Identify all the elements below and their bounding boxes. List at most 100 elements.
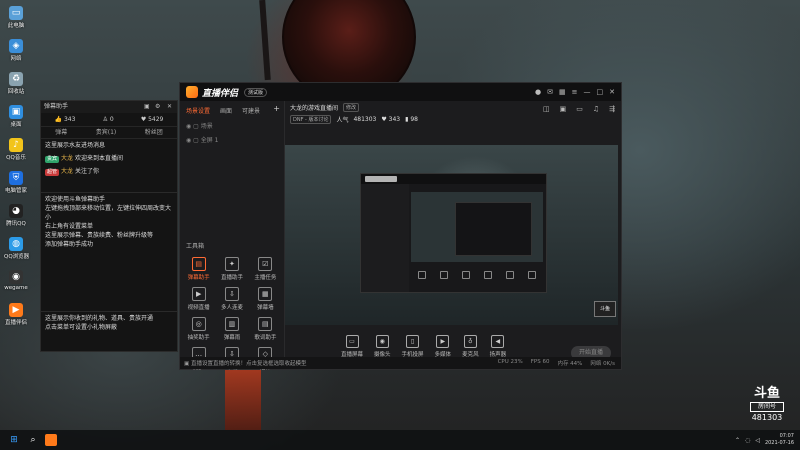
status-metric: 网络 0K/s	[590, 361, 615, 367]
close-icon[interactable]: ✕	[167, 103, 172, 110]
tab-fans[interactable]: 粉丝团	[145, 127, 163, 138]
lottery-icon: ◎	[191, 317, 206, 331]
tool-task[interactable]: ☑ 主播任务	[249, 257, 282, 281]
message-icon[interactable]: ✉	[547, 88, 553, 96]
start-icon[interactable]: ⊞	[8, 434, 20, 446]
close-icon[interactable]: ✕	[609, 88, 615, 96]
room-info-row: DNF - 版本讨论 人气 481303 ♥ 343 ▮ 98	[285, 113, 621, 125]
live-companion-taskbar-icon[interactable]	[45, 434, 57, 446]
desktop-icon-label: QQ浏览器	[4, 254, 30, 260]
source-camera[interactable]: ◉ 摄像头	[374, 334, 391, 358]
desktop-icon[interactable]: ♪ QQ音乐	[4, 138, 28, 161]
folder-icon: ▣	[9, 105, 23, 119]
desktop-icon[interactable]: ▭ 此电脑	[4, 6, 28, 29]
desktop-icon[interactable]: ▶ 直播伴侣	[4, 303, 28, 326]
scene-row[interactable]: ◉ ▢ 场景	[180, 120, 284, 134]
titlebar[interactable]: 直播伴侣 测试版 ● ✉ ▦ ≡ — □ ✕	[180, 83, 621, 101]
source-media[interactable]: ▶ 多媒体	[435, 334, 451, 358]
grid-icon[interactable]: ▦	[559, 88, 566, 96]
source-phone-cast[interactable]: ▯ 手机投屏	[402, 334, 424, 358]
desktop-icon-label: 腾讯QQ	[6, 221, 26, 227]
stream-preview[interactable]: 斗鱼	[285, 145, 618, 325]
edit-title-button[interactable]: 修改	[343, 102, 360, 112]
danmu-rain-icon: ▥	[224, 317, 239, 331]
source-row[interactable]: ◉ ▢ 全屏 1	[180, 134, 284, 148]
camera-icon: ◉	[375, 334, 389, 348]
toolbox-grid: ▤ 弹幕助手 ✦ 直播助手 ☑ 主播任务 ▶ 视频直播 ⇩ 多人连麦 ▦ 弹幕墙 ◎ 抽奖助手 ▥ 弹幕雨 ▤ 歌…	[182, 257, 282, 371]
desktop-icon[interactable]: ◍ QQ浏览器	[4, 237, 30, 260]
layout-icon[interactable]: ▭	[576, 105, 583, 113]
category-chip[interactable]: DNF - 版本讨论	[290, 114, 332, 124]
popularity-label: 人气	[336, 116, 349, 124]
tool-danmu-rain[interactable]: ▥ 弹幕雨	[215, 317, 248, 341]
network-icon: ◈	[9, 39, 23, 53]
main-toolbar: ◫ ▣ ▭ ♫ ⇶	[543, 105, 615, 113]
status-metric: 内存 44%	[557, 361, 583, 367]
gift-line: 点击菜单可设置小礼物屏蔽	[45, 324, 118, 331]
add-scene-icon[interactable]: +	[273, 104, 280, 113]
danmu-wall-icon: ▦	[258, 287, 273, 301]
douyu-watermark: 斗鱼 房间号 481303	[744, 386, 790, 434]
menu-icon[interactable]: ≡	[572, 88, 578, 96]
qq-browser-icon: ◍	[9, 237, 23, 251]
room-title: 大龙的游戏直播间	[290, 104, 339, 112]
tool-assistant[interactable]: ✦ 直播助手	[215, 257, 248, 281]
multi-mic-icon: ⇩	[224, 287, 239, 301]
maximize-icon[interactable]: □	[597, 88, 604, 96]
scene-sidebar: 场景设置 画面 可建景 + ◉ ▢ 场景 ◉ ▢ 全屏 1 工具箱 ▤ 弹幕助手 ✦…	[180, 101, 285, 371]
assistant-icon: ✦	[224, 257, 239, 271]
gift-icon[interactable]: ◫	[543, 105, 550, 113]
tool-multi-mic[interactable]: ⇩ 多人连麦	[215, 287, 248, 311]
tab-scene-settings[interactable]: 场景设置	[186, 106, 210, 115]
tab-buildable[interactable]: 可建景	[242, 106, 260, 115]
desktop-icon[interactable]: ♻ 回收站	[4, 72, 28, 95]
clock[interactable]: 07:07 2021-07-16	[765, 433, 794, 447]
task-icon: ☑	[258, 257, 273, 271]
volume-icon[interactable]: ◁	[755, 437, 760, 444]
tool-lyrics[interactable]: ▤ 歌词助手	[249, 317, 282, 341]
live-companion-icon: ▶	[9, 303, 23, 317]
source-mic[interactable]: ♁ 麦克风	[462, 334, 479, 358]
tool-video[interactable]: ▶ 视频直播	[182, 287, 215, 311]
source-speaker[interactable]: ◀ 扬声器	[490, 334, 506, 358]
danmu-assistant-panel[interactable]: 弹幕助手 ▣ ⚙ ✕ 👍 343 ♙ 0 ♥ 5429 弹幕 贵宾(1) 粉丝团…	[40, 100, 178, 352]
fans-stat: ♙ 0	[102, 116, 114, 123]
desktop-icon[interactable]: ◕ 腾讯QQ	[4, 204, 28, 227]
search-icon[interactable]: ⌕	[27, 434, 39, 446]
settings-icon[interactable]: ⚙	[155, 103, 160, 110]
user-name: 大龙	[61, 168, 74, 175]
tab-vip[interactable]: 贵宾(1)	[96, 127, 117, 138]
network-icon[interactable]: ◌	[745, 437, 750, 444]
tab-danmu[interactable]: 弹幕	[55, 127, 67, 138]
desktop-icon[interactable]: ⛨ 电脑管家	[4, 171, 28, 194]
minimize-icon[interactable]: —	[584, 88, 591, 96]
lock-icon[interactable]: ▣	[144, 103, 150, 110]
gift-area: 这里展示你收到的礼物、道具、贵族开通 点击菜单可设置小礼物屏蔽	[41, 312, 177, 334]
nested-sidebar	[361, 184, 409, 292]
tool-danmu[interactable]: ▤ 弹幕助手	[182, 257, 215, 281]
desktop-icon[interactable]: ▣ 桌面	[4, 105, 28, 128]
source-screen[interactable]: ▭ 直播屏幕	[341, 334, 363, 358]
tool-label: 弹幕墙	[257, 305, 274, 311]
qq-icon: ◕	[9, 204, 23, 218]
vip-tag: 贵宾	[45, 156, 60, 163]
status-bar: ▣ 直播设置直播的转换！点击复选框选取收起模型 CPU 23% FPS 60 内存 …	[180, 357, 621, 369]
desktop-icon-label: 此电脑	[7, 23, 25, 29]
desktop-icon[interactable]: ◉ wegame	[4, 270, 28, 291]
desktop-icon[interactable]: ◈ 网络	[4, 39, 28, 62]
tab-picture[interactable]: 画面	[220, 106, 232, 115]
nested-title	[365, 176, 397, 182]
live-companion-window[interactable]: 直播伴侣 测试版 ● ✉ ▦ ≡ — □ ✕ 场景设置 画面 可建景 + ◉ ▢…	[179, 82, 622, 371]
avatar[interactable]: ●	[535, 88, 541, 96]
lock-icon[interactable]: ▣	[560, 105, 567, 113]
chevron-up-icon[interactable]: ⌃	[735, 437, 740, 444]
recycle-bin-icon: ♻	[9, 72, 23, 86]
bell-icon[interactable]: ♫	[593, 105, 599, 113]
tool-label: 弹幕雨	[223, 335, 241, 341]
tool-lottery[interactable]: ◎ 抽奖助手	[182, 317, 215, 341]
share-icon[interactable]: ⇶	[609, 105, 615, 113]
main-area: 大龙的游戏直播间 修改 DNF - 版本讨论 人气 481303 ♥ 343 ▮…	[285, 101, 621, 369]
danmu-icon: ▤	[191, 257, 206, 271]
tool-danmu-wall[interactable]: ▦ 弹幕墙	[249, 287, 282, 311]
gifts-stat: ♥ 5429	[140, 116, 164, 123]
